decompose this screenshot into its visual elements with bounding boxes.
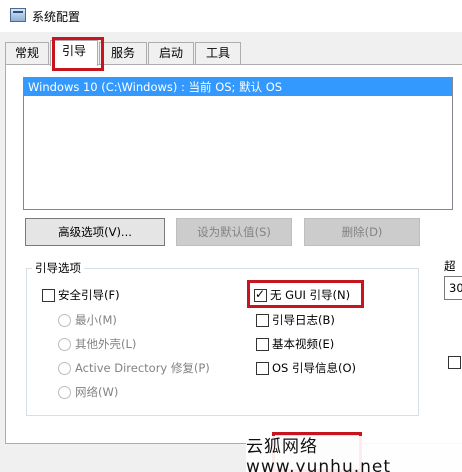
no-gui-check-box[interactable] [254, 287, 267, 302]
radio-ad-repair-label: Active Directory 修复(P) [75, 361, 210, 375]
radio-minimal-label: 最小(M) [75, 313, 117, 327]
base-video-check-box[interactable] [256, 337, 269, 351]
tab-services[interactable]: 服务 [99, 42, 147, 64]
radio-network-label: 网络(W) [75, 385, 119, 399]
tab-startup[interactable]: 启动 [148, 42, 194, 64]
safe-boot-label: 安全引导(F) [58, 288, 120, 302]
delete-button[interactable]: 删除(D) [304, 218, 420, 246]
radio-alternate-shell[interactable]: 其他外壳(L) [58, 336, 136, 352]
os-boot-info-checkbox[interactable]: OS 引导信息(O) [256, 360, 356, 376]
os-boot-info-check-box[interactable] [256, 361, 269, 375]
safe-boot-check-box[interactable] [42, 288, 55, 302]
safe-boot-checkbox[interactable]: 安全引导(F) [42, 287, 120, 303]
radio-minimal[interactable]: 最小(M) [58, 312, 117, 328]
tab-boot[interactable]: 引导 [50, 40, 98, 66]
set-default-button[interactable]: 设为默认值(S) [176, 218, 292, 246]
radio-network[interactable]: 网络(W) [58, 384, 118, 400]
radio-alternate-shell-dot[interactable] [58, 337, 71, 351]
tab-strip: 常规 引导 服务 启动 工具 [5, 40, 455, 66]
radio-ad-repair-dot[interactable] [58, 361, 71, 375]
boot-log-label: 引导日志(B) [272, 313, 335, 327]
os-boot-info-label: OS 引导信息(O) [272, 361, 357, 375]
timeout-input[interactable]: 30 [444, 276, 462, 300]
title-bar: 系统配置 [0, 0, 462, 32]
boot-log-checkbox[interactable]: 引导日志(B) [256, 312, 335, 328]
no-gui-label: 无 GUI 引导(N) [270, 288, 351, 302]
radio-network-dot[interactable] [58, 385, 71, 399]
tab-general[interactable]: 常规 [5, 42, 49, 64]
watermark: 云狐网络 www.yunhu.net [246, 436, 462, 472]
boot-options-title: 引导选项 [32, 260, 84, 276]
advanced-options-button[interactable]: 高级选项(V)... [25, 218, 165, 246]
system-config-app-icon [10, 8, 26, 22]
os-list-item-selected[interactable]: Windows 10 (C:\Windows) : 当前 OS; 默认 OS [24, 78, 452, 96]
base-video-checkbox[interactable]: 基本视频(E) [256, 336, 334, 352]
radio-minimal-dot[interactable] [58, 313, 71, 327]
make-permanent-checkbox[interactable] [448, 356, 461, 369]
no-gui-boot-checkbox[interactable]: 无 GUI 引导(N) [254, 287, 350, 303]
base-video-label: 基本视频(E) [272, 337, 335, 351]
os-list[interactable]: Windows 10 (C:\Windows) : 当前 OS; 默认 OS [23, 77, 453, 210]
boot-log-check-box[interactable] [256, 313, 269, 327]
radio-ad-repair[interactable]: Active Directory 修复(P) [58, 360, 210, 376]
window-title: 系统配置 [32, 10, 81, 24]
tab-tools[interactable]: 工具 [195, 42, 241, 64]
radio-alternate-shell-label: 其他外壳(L) [75, 337, 137, 351]
